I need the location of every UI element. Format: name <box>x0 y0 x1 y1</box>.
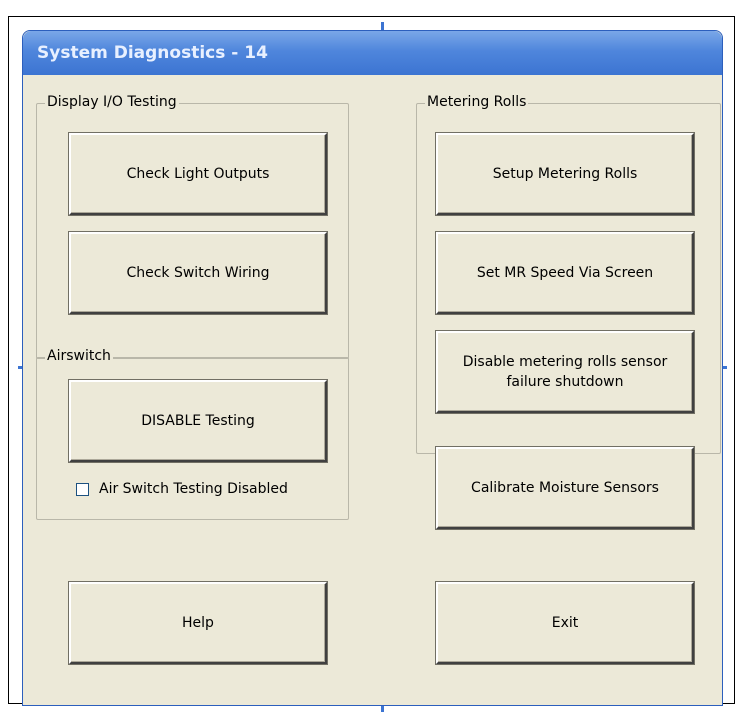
title-bar[interactable]: System Diagnostics - 14 <box>23 31 722 75</box>
check-light-outputs-button[interactable]: Check Light Outputs <box>68 132 328 216</box>
set-mr-speed-button[interactable]: Set MR Speed Via Screen <box>435 231 695 315</box>
disable-sensor-shutdown-button[interactable]: Disable metering rolls sensor failure sh… <box>435 330 695 414</box>
display-io-legend: Display I/O Testing <box>45 94 179 110</box>
air-switch-testing-disabled-checkbox[interactable] <box>76 482 89 496</box>
metering-rolls-legend: Metering Rolls <box>425 94 529 110</box>
edge-mark-top <box>381 22 384 30</box>
help-button[interactable]: Help <box>68 581 328 665</box>
check-switch-wiring-button[interactable]: Check Switch Wiring <box>68 231 328 315</box>
airswitch-legend: Airswitch <box>45 348 113 364</box>
system-diagnostics-dialog: System Diagnostics - 14 Display I/O Test… <box>22 30 723 706</box>
disable-testing-button[interactable]: DISABLE Testing <box>68 379 328 463</box>
air-switch-checkbox-row[interactable]: Air Switch Testing Disabled <box>76 481 288 497</box>
edge-mark-left <box>18 366 22 369</box>
edge-mark-bottom <box>381 706 384 712</box>
window-title: System Diagnostics - 14 <box>37 43 268 63</box>
disable-sensor-line-2: failure shutdown <box>506 374 624 390</box>
air-switch-checkbox-label: Air Switch Testing Disabled <box>99 481 288 497</box>
setup-metering-rolls-button[interactable]: Setup Metering Rolls <box>435 132 695 216</box>
disable-sensor-line-1: Disable metering rolls sensor <box>462 354 668 370</box>
edge-mark-right <box>723 366 727 369</box>
calibrate-moisture-sensors-button[interactable]: Calibrate Moisture Sensors <box>435 446 695 530</box>
exit-button[interactable]: Exit <box>435 581 695 665</box>
